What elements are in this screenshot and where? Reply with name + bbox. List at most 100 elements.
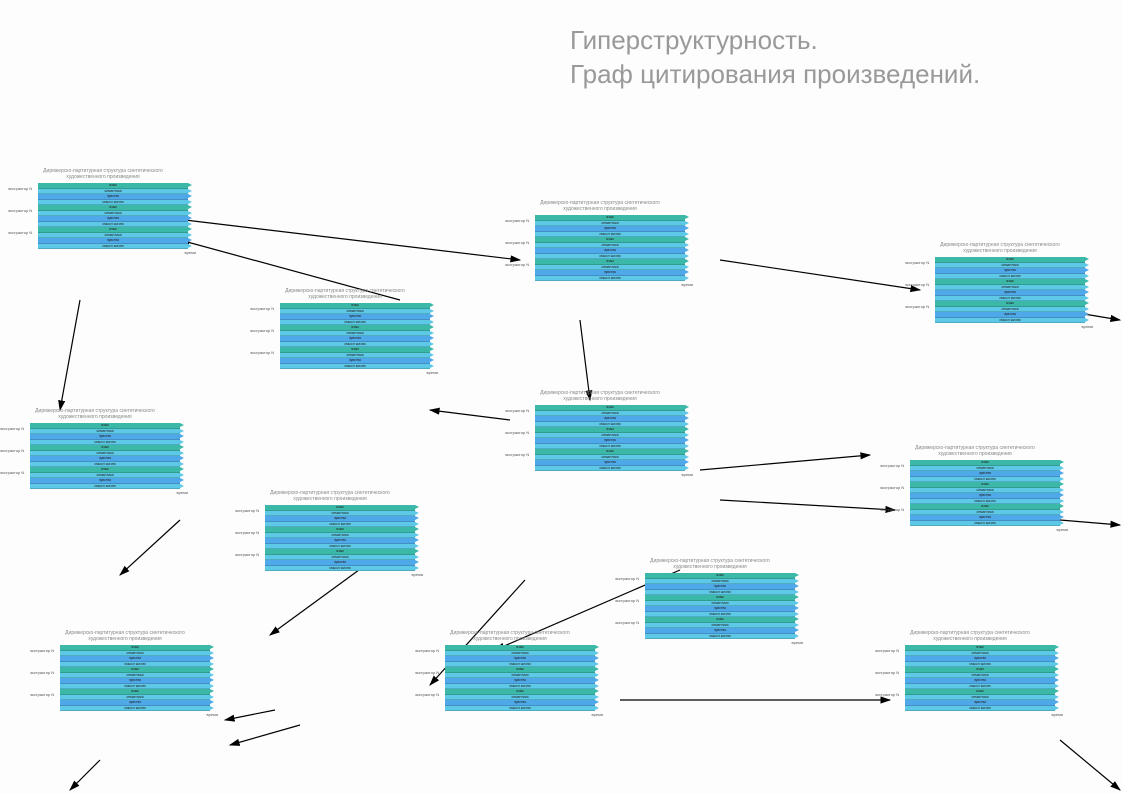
- row-arrow-icon: [595, 695, 599, 699]
- row-arrow-icon: [180, 445, 184, 449]
- row-arrow-icon: [188, 222, 192, 226]
- track: языксемантикачувствосмысл жизни: [905, 689, 1055, 707]
- track: языксемантикачувствосмысл жизни: [38, 227, 188, 245]
- track-group: экстрактор Nязыксемантикачувствосмысл жи…: [905, 645, 1065, 663]
- row-arrow-icon: [1060, 482, 1064, 486]
- track-label: экстрактор N: [415, 692, 439, 697]
- row-arrow-icon: [188, 216, 192, 220]
- track-label: экстрактор N: [415, 648, 439, 653]
- track-label: экстрактор N: [905, 282, 929, 287]
- row-arrow-icon: [210, 662, 214, 666]
- citation-edge: [185, 220, 520, 260]
- track: языксемантикачувствосмысл жизни: [935, 301, 1085, 319]
- row-arrow-icon: [1085, 257, 1089, 261]
- citation-edge: [230, 725, 300, 745]
- row-arrow-icon: [685, 215, 689, 219]
- row-arrow-icon: [795, 579, 799, 583]
- row-arrow-icon: [685, 259, 689, 263]
- row-arrow-icon: [415, 560, 419, 564]
- row-arrow-icon: [1060, 499, 1064, 503]
- track-label: экстрактор N: [8, 208, 32, 213]
- track-group: экстрактор Nязыксемантикачувствосмысл жи…: [535, 449, 695, 467]
- row-arrow-icon: [430, 320, 434, 324]
- citation-edge: [1060, 740, 1120, 790]
- x-axis-label: время: [185, 250, 197, 255]
- track-label: экстрактор N: [505, 408, 529, 413]
- work-node: Дирижерско-партитурная структура синтети…: [415, 630, 605, 711]
- track-group: экстрактор Nязыксемантикачувствосмысл жи…: [905, 667, 1065, 685]
- row-arrow-icon: [795, 623, 799, 627]
- track-label: экстрактор N: [615, 598, 639, 603]
- row-arrow-icon: [1055, 656, 1059, 660]
- work-node: Дирижерско-партитурная структура синтети…: [880, 445, 1070, 526]
- row-arrow-icon: [1055, 667, 1059, 671]
- track-group: экстрактор Nязыксемантикачувствосмысл жи…: [38, 227, 198, 245]
- track-label: экстрактор N: [235, 552, 259, 557]
- row-arrow-icon: [1085, 279, 1089, 283]
- track-group: экстрактор Nязыксемантикачувствосмысл жи…: [905, 689, 1065, 707]
- track-group: экстрактор Nязыксемантикачувствосмысл жи…: [60, 689, 220, 707]
- work-node: Дирижерско-партитурная структура синтети…: [235, 490, 425, 571]
- row-arrow-icon: [210, 684, 214, 688]
- track-label: экстрактор N: [0, 470, 24, 475]
- citation-edge: [700, 455, 870, 470]
- node-caption: Дирижерско-партитурная структура синтети…: [940, 242, 1060, 254]
- x-axis-label: время: [207, 712, 219, 717]
- track-group: экстрактор Nязыксемантикачувствосмысл жи…: [645, 573, 805, 591]
- track: языксемантикачувствосмысл жизни: [645, 595, 795, 613]
- row-arrow-icon: [1060, 504, 1064, 508]
- row-arrow-icon: [430, 303, 434, 307]
- row-arrow-icon: [210, 673, 214, 677]
- track-group: экстрактор Nязыксемантикачувствосмысл жи…: [38, 183, 198, 201]
- row-arrow-icon: [180, 456, 184, 460]
- row-arrow-icon: [685, 248, 689, 252]
- row-arrow-icon: [430, 347, 434, 351]
- row-arrow-icon: [415, 505, 419, 509]
- node-caption: Дирижерско-партитурная структура синтети…: [910, 630, 1030, 642]
- row-arrow-icon: [1060, 466, 1064, 470]
- row-arrow-icon: [685, 466, 689, 470]
- row-arrow-icon: [415, 533, 419, 537]
- track-label: экстрактор N: [0, 448, 24, 453]
- row-arrow-icon: [795, 634, 799, 638]
- citation-edge: [720, 500, 895, 510]
- row-arrow-icon: [685, 427, 689, 431]
- row-arrow-icon: [1085, 285, 1089, 289]
- work-node: Дирижерско-партитурная структура синтети…: [250, 288, 440, 369]
- row-arrow-icon: [685, 243, 689, 247]
- title-line-2: Граф цитирования произведений.: [570, 58, 980, 92]
- row-arrow-icon: [1055, 651, 1059, 655]
- track-label: экстрактор N: [880, 463, 904, 468]
- row-arrow-icon: [1085, 263, 1089, 267]
- track-group: экстрактор Nязыксемантикачувствосмысл жи…: [265, 505, 425, 523]
- track-label: экстрактор N: [235, 530, 259, 535]
- row-arrow-icon: [795, 595, 799, 599]
- row-arrow-icon: [188, 200, 192, 204]
- row-arrow-icon: [180, 484, 184, 488]
- row-arrow-icon: [180, 467, 184, 471]
- row-arrow-icon: [1060, 521, 1064, 525]
- row-arrow-icon: [1055, 700, 1059, 704]
- row-arrow-icon: [210, 706, 214, 710]
- row-arrow-icon: [685, 232, 689, 236]
- track-label: экстрактор N: [505, 240, 529, 245]
- x-axis-label: время: [792, 640, 804, 645]
- row-arrow-icon: [795, 590, 799, 594]
- track-group: экстрактор Nязыксемантикачувствосмысл жи…: [445, 645, 605, 663]
- track-group: экстрактор Nязыксемантикачувствосмысл жи…: [38, 205, 198, 223]
- row-arrow-icon: [595, 706, 599, 710]
- x-axis-label: время: [412, 572, 424, 577]
- track: языксемантикачувствосмысл жизни: [60, 645, 210, 663]
- row-arrow-icon: [180, 473, 184, 477]
- track-label: экстрактор N: [905, 304, 929, 309]
- track: языксемантикачувствосмысл жизни: [38, 205, 188, 223]
- track: языксемантикачувствосмысл жизни: [645, 573, 795, 591]
- track: языксемантикачувствосмысл жизни: [535, 237, 685, 255]
- track-group: экстрактор Nязыксемантикачувствосмысл жи…: [445, 667, 605, 685]
- row-arrow-icon: [1085, 312, 1089, 316]
- track: языксемантикачувствосмысл жизни: [445, 689, 595, 707]
- row-arrow-icon: [188, 211, 192, 215]
- track-label: экстрактор N: [880, 507, 904, 512]
- track-label: экстрактор N: [880, 485, 904, 490]
- track-group: экстрактор Nязыксемантикачувствосмысл жи…: [60, 667, 220, 685]
